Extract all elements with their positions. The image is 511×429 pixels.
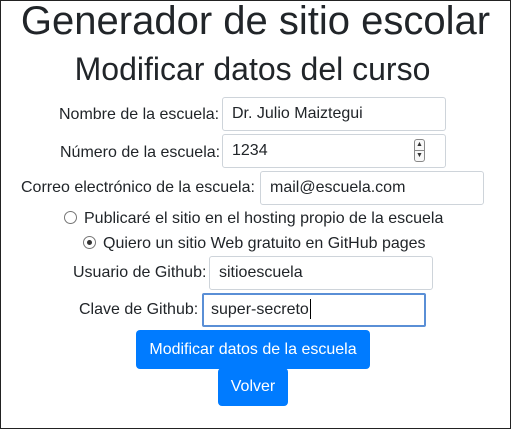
submit-button[interactable]: Modificar datos de la escuela	[136, 330, 370, 369]
github-password-label: Clave de Github:	[79, 301, 199, 318]
stepper-up-icon[interactable]: ▲	[415, 140, 424, 151]
github-user-label: Usuario de Github:	[73, 264, 207, 281]
app-title: Generador de sitio escolar	[20, 0, 491, 43]
school-email-input[interactable]	[260, 171, 484, 205]
school-name-input[interactable]	[222, 97, 446, 131]
number-stepper[interactable]: ▲ ▼	[414, 139, 425, 162]
hosting-github-radio[interactable]	[83, 236, 96, 249]
hosting-own-label: Publicaré el sitio en el hosting propio …	[84, 210, 444, 227]
hosting-github-label: Quiero un sitio Web gratuito en GitHub p…	[103, 235, 426, 252]
hosting-own-radio[interactable]	[64, 211, 77, 224]
school-number-label: Número de la escuela:	[60, 144, 221, 161]
github-user-input[interactable]	[209, 256, 433, 290]
school-email-label: Correo electrónico de la escuela:	[21, 179, 255, 196]
text-caret	[310, 299, 311, 319]
github-password-input[interactable]	[202, 293, 426, 327]
school-name-label: Nombre de la escuela:	[59, 106, 220, 123]
back-button[interactable]: Volver	[218, 368, 288, 406]
school-number-input[interactable]	[222, 134, 446, 168]
stepper-down-icon[interactable]: ▼	[415, 151, 424, 161]
page-title: Modificar datos del curso	[74, 51, 431, 87]
